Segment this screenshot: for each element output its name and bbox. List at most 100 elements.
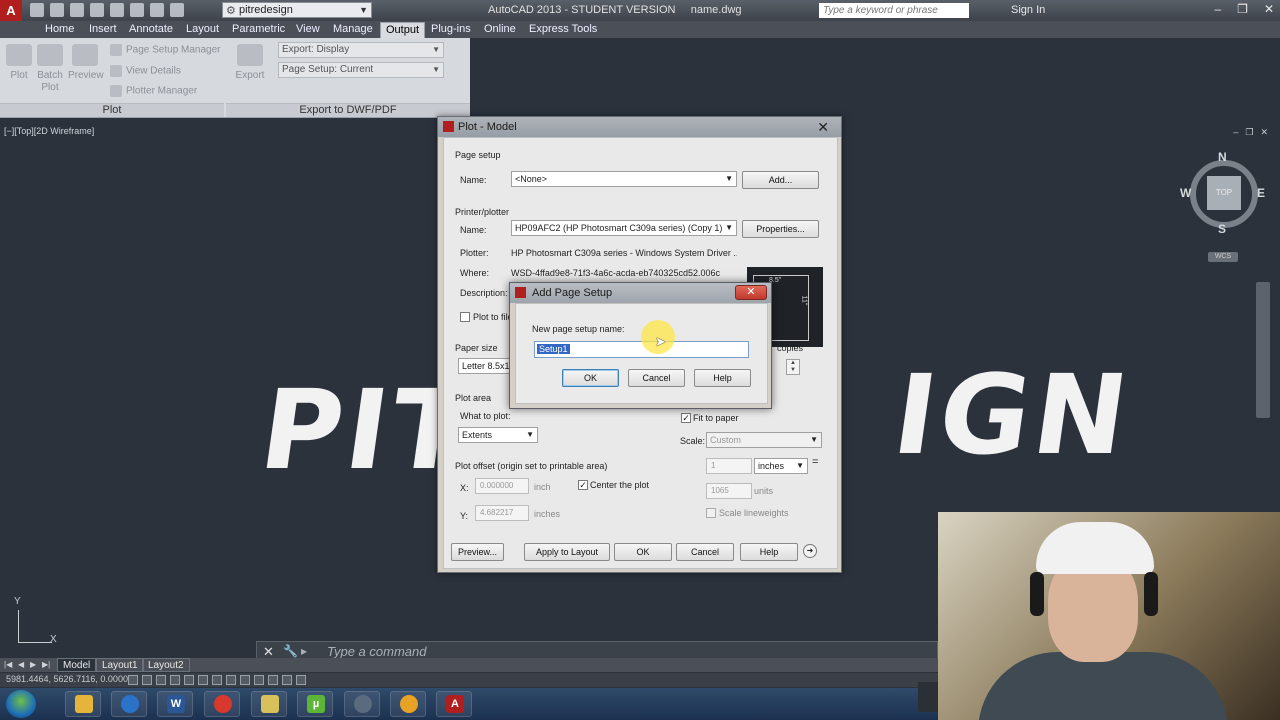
next-tab-icon[interactable]: ▶ xyxy=(30,660,36,669)
osnap-toggle[interactable] xyxy=(184,675,194,685)
explorer-taskbar-icon[interactable] xyxy=(65,691,101,717)
camera-taskbar-icon[interactable] xyxy=(344,691,380,717)
tab-view[interactable]: View xyxy=(291,22,325,38)
scale-numerator-input[interactable]: 1 xyxy=(706,458,752,474)
snap-toggle[interactable] xyxy=(128,675,138,685)
open-icon[interactable] xyxy=(50,3,64,17)
tab-annotate[interactable]: Annotate xyxy=(124,22,178,38)
scale-denominator-input[interactable]: 1065 xyxy=(706,483,752,499)
view-details-button[interactable]: View Details xyxy=(110,65,181,77)
grid-toggle[interactable] xyxy=(142,675,152,685)
printer-select[interactable]: HP09AFC2 (HP Photosmart C309a series) (C… xyxy=(511,220,737,236)
properties-button[interactable]: Properties... xyxy=(742,220,819,238)
plotter-manager-button[interactable]: Plotter Manager xyxy=(110,85,197,97)
start-button-icon[interactable] xyxy=(6,690,36,718)
tab-insert[interactable]: Insert xyxy=(84,22,122,38)
dyn-toggle[interactable] xyxy=(240,675,250,685)
close-icon[interactable]: ✕ xyxy=(1264,2,1274,16)
batch-plot-button[interactable]: Batch Plot xyxy=(33,42,67,94)
restore-icon[interactable]: ❐ xyxy=(1237,2,1248,16)
tab-home[interactable]: Home xyxy=(40,22,79,38)
add-page-setup-title[interactable]: Add Page Setup xyxy=(510,283,771,303)
cloud-icon[interactable] xyxy=(110,3,124,17)
minimize-icon[interactable]: ‒ xyxy=(1233,127,1238,138)
sc-toggle[interactable] xyxy=(296,675,306,685)
tab-online[interactable]: Online xyxy=(479,22,521,38)
last-tab-icon[interactable]: ▶| xyxy=(42,660,50,669)
wcs-menu[interactable]: WCS xyxy=(1208,252,1238,262)
qp-toggle[interactable] xyxy=(282,675,292,685)
page-setup-manager-button[interactable]: Page Setup Manager xyxy=(110,44,221,56)
tpy-toggle[interactable] xyxy=(268,675,278,685)
app-taskbar-icon[interactable] xyxy=(390,691,426,717)
media-player-taskbar-icon[interactable] xyxy=(111,691,147,717)
viewport-controls[interactable]: [−][Top][2D Wireframe] xyxy=(4,126,94,136)
tab-plug-ins[interactable]: Plug-ins xyxy=(426,22,476,38)
help-button[interactable]: Help xyxy=(740,543,798,561)
compass-south[interactable]: S xyxy=(1218,222,1226,236)
redo-icon[interactable] xyxy=(170,3,184,17)
fit-to-paper-checkbox[interactable]: ✓ xyxy=(681,413,691,423)
minimize-icon[interactable]: ‒ xyxy=(1214,2,1221,16)
print-icon[interactable] xyxy=(130,3,144,17)
page-setup-current-dropdown[interactable]: Page Setup: Current ▼ xyxy=(278,62,444,78)
folder-taskbar-icon[interactable] xyxy=(251,691,287,717)
sign-in-link[interactable]: Sign In xyxy=(1011,4,1045,16)
help-button[interactable]: Help xyxy=(694,369,751,387)
scale-units-select[interactable]: inches ▼ xyxy=(754,458,808,474)
ok-button[interactable]: OK xyxy=(562,369,619,387)
otrack-toggle[interactable] xyxy=(212,675,222,685)
save-icon[interactable] xyxy=(70,3,84,17)
copies-spinner[interactable]: ▲ ▼ xyxy=(786,359,800,375)
autocad-logo-icon[interactable]: A xyxy=(0,0,22,21)
tab-output[interactable]: Output xyxy=(380,22,426,38)
what-to-plot-select[interactable]: Extents ▼ xyxy=(458,427,538,443)
compass-north[interactable]: N xyxy=(1218,150,1227,164)
tab-layout[interactable]: Layout xyxy=(181,22,224,38)
page-setup-name-select[interactable]: <None> ▼ xyxy=(511,171,737,187)
new-icon[interactable] xyxy=(30,3,44,17)
tab-express-tools[interactable]: Express Tools xyxy=(524,22,602,38)
viewcube-top-face[interactable]: TOP xyxy=(1207,176,1241,210)
tab-layout1[interactable]: Layout1 xyxy=(96,658,144,672)
scale-lineweights-checkbox[interactable] xyxy=(706,508,716,518)
wrench-icon[interactable]: 🔧 xyxy=(283,644,298,658)
viewcube[interactable]: TOP N S E W xyxy=(1180,150,1270,240)
prev-tab-icon[interactable]: ◀ xyxy=(18,660,24,669)
tab-model[interactable]: Model xyxy=(57,658,97,672)
utorrent-taskbar-icon[interactable]: µ xyxy=(297,691,333,717)
offset-y-input[interactable]: 4.682217 xyxy=(475,505,529,521)
plot-panel-title[interactable]: Plot xyxy=(0,103,224,117)
command-input[interactable]: Type a command xyxy=(327,644,426,659)
export-display-dropdown[interactable]: Export: Display ▼ xyxy=(278,42,444,58)
center-plot-checkbox[interactable]: ✓ xyxy=(578,480,588,490)
preview-button[interactable]: Preview... xyxy=(451,543,504,561)
offset-x-input[interactable]: 0.000000 xyxy=(475,478,529,494)
ok-button[interactable]: OK xyxy=(614,543,672,561)
ortho-toggle[interactable] xyxy=(156,675,166,685)
cancel-button[interactable]: Cancel xyxy=(676,543,734,561)
plot-to-file-checkbox[interactable] xyxy=(460,312,470,322)
apply-to-layout-button[interactable]: Apply to Layout xyxy=(524,543,610,561)
3dosnap-toggle[interactable] xyxy=(198,675,208,685)
export-panel-title[interactable]: Export to DWF/PDF xyxy=(226,103,470,117)
scale-select[interactable]: Custom ▼ xyxy=(706,432,822,448)
save-as-icon[interactable] xyxy=(90,3,104,17)
polar-toggle[interactable] xyxy=(170,675,180,685)
word-taskbar-icon[interactable]: W xyxy=(157,691,193,717)
tab-manage[interactable]: Manage xyxy=(328,22,378,38)
workspace-dropdown[interactable]: ⚙ pitredesign ▼ xyxy=(222,2,372,18)
navigation-bar[interactable] xyxy=(1256,282,1270,418)
cancel-button[interactable]: Cancel xyxy=(628,369,685,387)
export-button[interactable]: Export xyxy=(233,42,267,82)
add-button[interactable]: Add... xyxy=(742,171,819,189)
chrome-taskbar-icon[interactable] xyxy=(204,691,240,717)
preview-button[interactable]: Preview xyxy=(68,42,104,82)
lwt-toggle[interactable] xyxy=(254,675,264,685)
tab-parametric[interactable]: Parametric xyxy=(227,22,290,38)
first-tab-icon[interactable]: |◀ xyxy=(4,660,12,669)
compass-west[interactable]: W xyxy=(1180,186,1191,200)
more-options-icon[interactable]: ➜ xyxy=(803,544,817,558)
autocad-taskbar-icon[interactable]: A xyxy=(436,691,472,717)
restore-icon[interactable]: ❐ xyxy=(1245,127,1253,138)
